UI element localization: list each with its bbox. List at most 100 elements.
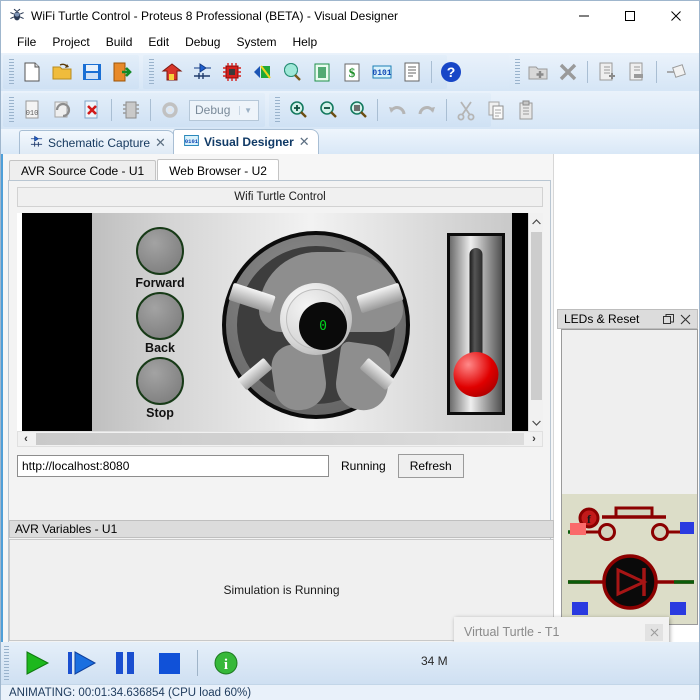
open-project-icon[interactable]: [47, 57, 77, 87]
help-icon[interactable]: ?: [436, 57, 466, 87]
design-notes-icon[interactable]: [661, 57, 691, 87]
report-icon[interactable]: [397, 57, 427, 87]
copy-icon[interactable]: [481, 95, 511, 125]
save-project-icon[interactable]: [77, 57, 107, 87]
close-icon[interactable]: ✕: [155, 135, 166, 151]
restore-icon[interactable]: [660, 311, 677, 328]
menu-file[interactable]: File: [9, 33, 44, 51]
run-simulation-button[interactable]: [15, 644, 59, 682]
stop-button[interactable]: [136, 357, 184, 405]
page-vertical-scroll-thumb[interactable]: [531, 232, 542, 400]
svg-text:010: 010: [26, 110, 39, 118]
schematic-capture-icon[interactable]: [187, 57, 217, 87]
speed-slider-knob[interactable]: [453, 352, 499, 397]
toolbar-grip-icon[interactable]: [4, 646, 9, 680]
steering-hub-display: 0: [299, 302, 347, 350]
bom-report-icon[interactable]: [307, 57, 337, 87]
page-horizontal-scroll-thumb[interactable]: [36, 433, 524, 445]
zoom-in-icon[interactable]: [283, 95, 313, 125]
chevron-down-icon: ▼: [239, 105, 256, 115]
web-page-viewport: Forward Back Stop 0: [17, 213, 543, 431]
source-file-icon[interactable]: 010: [17, 95, 47, 125]
stop-simulation-button[interactable]: [147, 644, 191, 682]
simulation-info-button[interactable]: i: [204, 644, 248, 682]
step-simulation-button[interactable]: [59, 644, 103, 682]
scroll-right-icon[interactable]: ›: [526, 432, 542, 446]
new-project-icon[interactable]: [17, 57, 47, 87]
toolbar-group-sheet: [509, 55, 697, 89]
browser-address-row: http://localhost:8080 Running Refresh: [17, 453, 543, 479]
firmware-icon[interactable]: [116, 95, 146, 125]
zoom-area-icon[interactable]: [343, 95, 373, 125]
zoom-sheet-icon[interactable]: [592, 57, 622, 87]
refresh-button[interactable]: Refresh: [397, 454, 464, 478]
toolbar-separator: [377, 99, 378, 121]
cut-icon[interactable]: [451, 95, 481, 125]
build-configuration-value: Debug: [195, 103, 231, 117]
redo-icon[interactable]: [412, 95, 442, 125]
page-vertical-scrollbar[interactable]: [528, 213, 543, 431]
toolbar-separator: [446, 99, 447, 121]
svg-text:0101: 0101: [185, 138, 199, 145]
zoom-out-icon[interactable]: [313, 95, 343, 125]
forward-button[interactable]: [136, 227, 184, 275]
scroll-left-icon[interactable]: ‹: [18, 432, 34, 446]
application-window: WiFi Turtle Control - Proteus 8 Professi…: [0, 0, 700, 700]
sub-tab-bar: AVR Source Code - U1 Web Browser - U2: [9, 159, 280, 181]
leds-reset-schematic[interactable]: f: [562, 494, 698, 624]
page-title: Wifi Turtle Control: [17, 187, 543, 207]
home-icon[interactable]: [157, 57, 187, 87]
toolbar-grip-icon[interactable]: [515, 59, 520, 85]
paste-icon[interactable]: [511, 95, 541, 125]
undo-icon[interactable]: [382, 95, 412, 125]
pcb-layout-icon[interactable]: [217, 57, 247, 87]
toolbar-separator: [150, 99, 151, 121]
toolbar-grip-icon[interactable]: [9, 97, 14, 123]
remove-sheet-icon[interactable]: [553, 57, 583, 87]
close-button[interactable]: [653, 1, 699, 31]
toolbar-grip-icon[interactable]: [149, 59, 154, 85]
steering-wheel[interactable]: 0: [222, 231, 410, 419]
menu-edit[interactable]: Edit: [140, 33, 177, 51]
close-icon[interactable]: ✕: [299, 134, 310, 150]
speed-slider[interactable]: [447, 233, 505, 415]
toolbar-grip-icon[interactable]: [9, 59, 14, 85]
proteus-bug-icon: [9, 8, 25, 24]
source-code-icon[interactable]: 0101: [367, 57, 397, 87]
pause-simulation-button[interactable]: [103, 644, 147, 682]
scroll-up-icon[interactable]: [529, 213, 543, 230]
page-horizontal-scrollbar[interactable]: ‹ ›: [17, 431, 543, 447]
menu-system[interactable]: System: [228, 33, 284, 51]
tab-schematic-capture[interactable]: Schematic Capture ✕: [19, 130, 175, 154]
sub-tab-web-browser[interactable]: Web Browser - U2: [157, 159, 279, 181]
maximize-button[interactable]: [607, 1, 653, 31]
menu-debug[interactable]: Debug: [177, 33, 228, 51]
menu-project[interactable]: Project: [44, 33, 97, 51]
back-button[interactable]: [136, 292, 184, 340]
exit-sheet-icon[interactable]: [622, 57, 652, 87]
clean-icon[interactable]: [77, 95, 107, 125]
tab-visual-designer[interactable]: 0101 Visual Designer ✕: [172, 129, 319, 154]
toolbar-grip-icon[interactable]: [275, 97, 280, 123]
rebuild-icon[interactable]: [47, 95, 77, 125]
url-input[interactable]: http://localhost:8080: [17, 455, 329, 477]
close-icon[interactable]: [645, 623, 663, 641]
sub-tab-avr-source-code[interactable]: AVR Source Code - U1: [9, 160, 157, 181]
build-configuration-select[interactable]: Debug ▼: [189, 99, 259, 121]
project-settings-icon[interactable]: [155, 95, 185, 125]
control-buttons-column: Forward Back Stop: [117, 227, 203, 422]
menu-help[interactable]: Help: [284, 33, 325, 51]
toolbar-separator: [656, 61, 657, 83]
main-tab-bar: Schematic Capture ✕ 0101 Visual Designer…: [1, 129, 699, 154]
close-project-icon[interactable]: [107, 57, 137, 87]
3d-visualizer-icon[interactable]: [247, 57, 277, 87]
close-icon[interactable]: [677, 311, 694, 328]
menu-build[interactable]: Build: [98, 33, 141, 51]
minimize-button[interactable]: [561, 1, 607, 31]
scroll-down-icon[interactable]: [529, 414, 543, 431]
design-explorer-icon[interactable]: [277, 57, 307, 87]
add-sheet-icon[interactable]: [523, 57, 553, 87]
toolbar-group-file: [3, 55, 139, 89]
bill-of-materials-icon[interactable]: $: [337, 57, 367, 87]
status-bar-text: ANIMATING: 00:01:34.636854 (CPU load 60%…: [9, 687, 252, 699]
